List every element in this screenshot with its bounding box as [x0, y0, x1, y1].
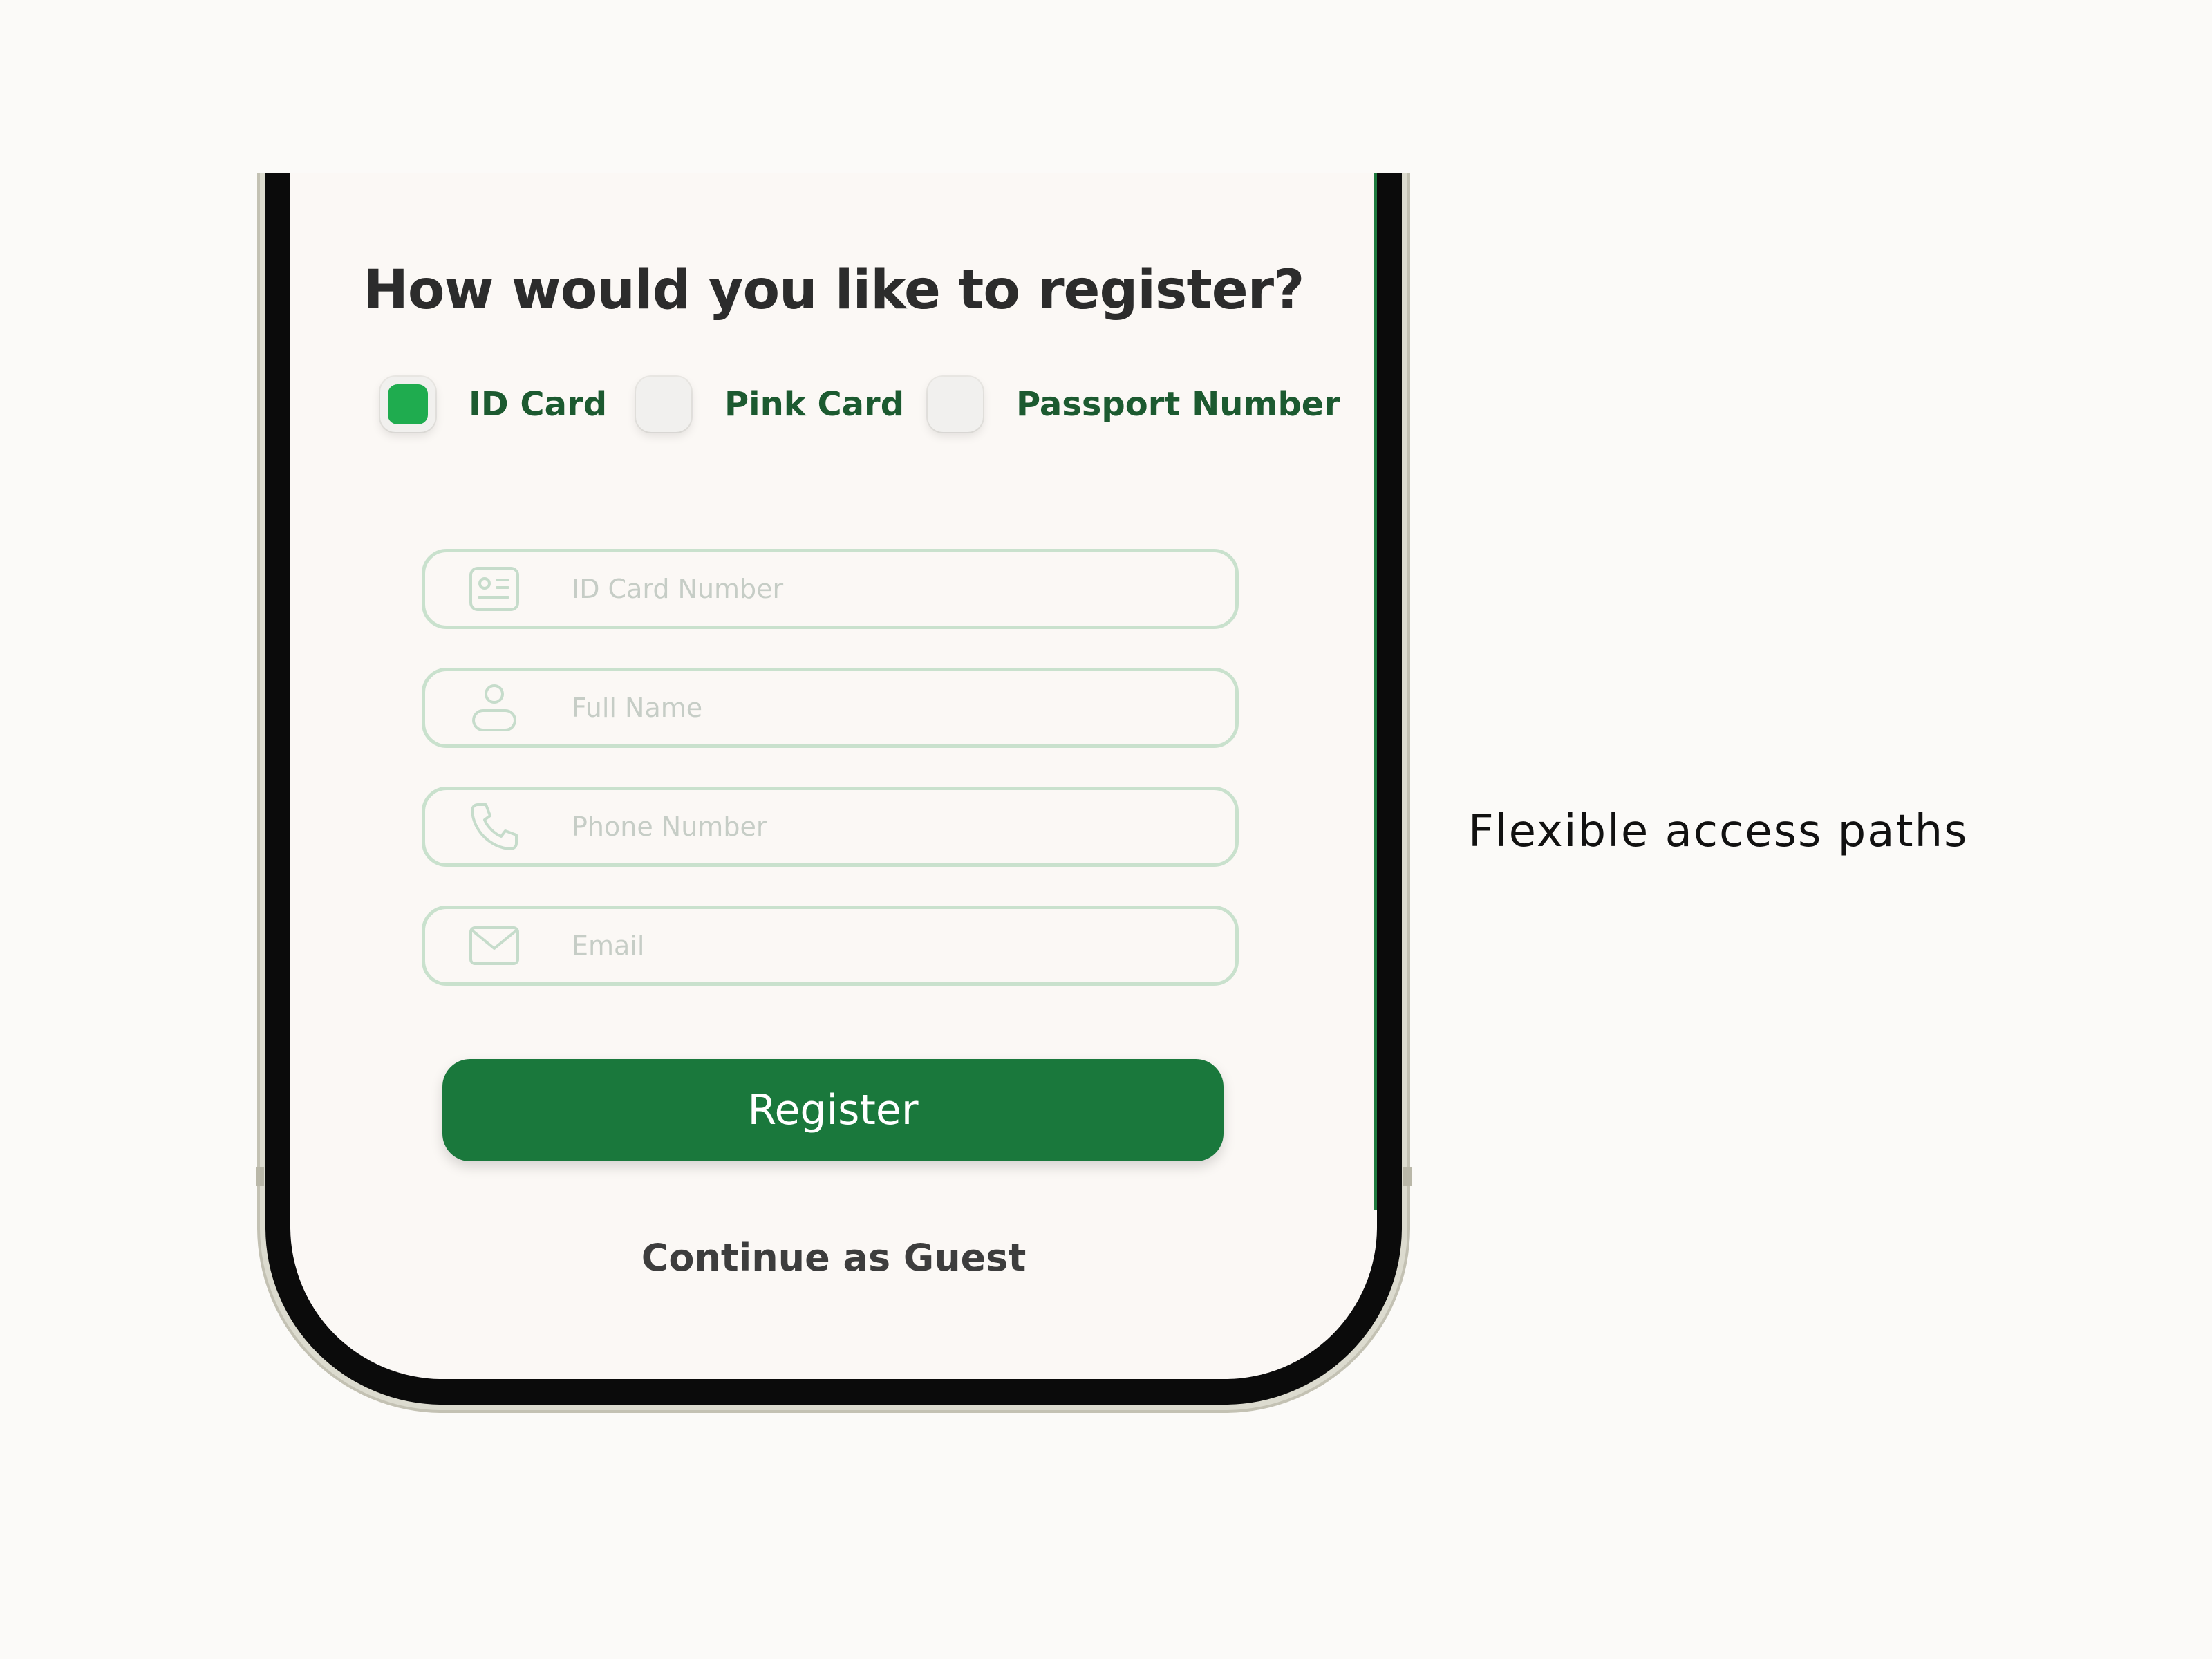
- full-name-field[interactable]: [422, 668, 1239, 748]
- option-label: ID Card: [469, 385, 608, 424]
- checkbox-id-card[interactable]: [380, 377, 435, 432]
- id-card-icon: [469, 567, 519, 611]
- checkbox-pink-card[interactable]: [636, 377, 691, 432]
- continue-as-guest-link[interactable]: Continue as Guest: [290, 1236, 1377, 1280]
- phone-icon: [471, 803, 518, 850]
- feature-caption: Flexible access paths: [1468, 806, 1969, 857]
- phone-side-button-right: [1403, 1167, 1412, 1186]
- phone-screen: How would you like to register? ID Card …: [290, 173, 1377, 1379]
- option-passport-number[interactable]: Passport Number: [928, 370, 1340, 439]
- envelope-icon: [469, 926, 519, 965]
- email-field[interactable]: [422, 906, 1239, 986]
- full-name-input[interactable]: [572, 671, 1215, 744]
- person-icon: [472, 684, 516, 731]
- register-button[interactable]: Register: [442, 1059, 1224, 1161]
- checkbox-passport-number[interactable]: [928, 377, 983, 432]
- email-input[interactable]: [572, 909, 1215, 982]
- id-card-number-input[interactable]: [572, 552, 1215, 626]
- id-card-number-field[interactable]: [422, 549, 1239, 629]
- phone-number-field[interactable]: [422, 787, 1239, 867]
- page-title: How would you like to register?: [363, 259, 1305, 321]
- option-pink-card[interactable]: Pink Card: [636, 370, 904, 439]
- phone-side-button-left: [256, 1167, 264, 1186]
- checkbox-checked-indicator: [388, 384, 428, 424]
- option-id-card[interactable]: ID Card: [380, 370, 607, 439]
- option-label: Pink Card: [724, 385, 905, 424]
- screen-edge-accent: [1374, 173, 1377, 1210]
- option-label: Passport Number: [1016, 385, 1341, 424]
- phone-number-input[interactable]: [572, 790, 1215, 863]
